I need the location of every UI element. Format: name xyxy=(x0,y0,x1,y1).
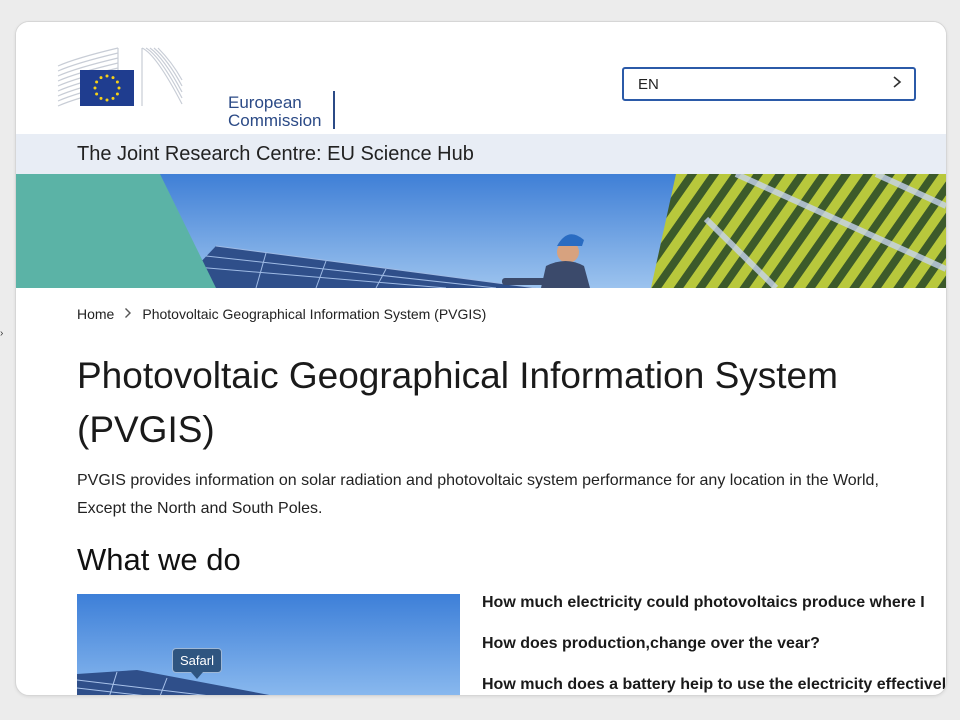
logo-text-line2: Commission xyxy=(228,111,322,130)
site-name[interactable]: The Joint Research Centre: EU Science Hu… xyxy=(77,143,474,166)
question-item[interactable]: How much does a battery heip to use the … xyxy=(482,676,946,694)
question-item[interactable]: How much electricity could photovoltaics… xyxy=(482,594,925,612)
logo-divider xyxy=(333,91,335,129)
browser-tooltip: Safarl xyxy=(172,648,222,679)
question-item[interactable]: How does production,change over the vear… xyxy=(482,635,820,653)
breadcrumb: Home Photovoltaic Geographical Informati… xyxy=(77,306,486,322)
european-commission-logo[interactable]: European Commission xyxy=(56,44,335,130)
intro-text: PVGIS provides information on solar radi… xyxy=(77,472,879,517)
language-selector[interactable]: EN xyxy=(622,67,916,101)
ec-logo-graphic xyxy=(57,47,183,107)
language-value: EN xyxy=(638,75,659,93)
chevron-right-icon xyxy=(124,306,132,322)
section-title: What we do xyxy=(77,542,241,577)
site-name-band: The Joint Research Centre: EU Science Hu… xyxy=(16,134,946,174)
logo-wordmark: European Commission xyxy=(228,94,322,130)
solar-panel-photo xyxy=(77,594,460,695)
breadcrumb-current: Photovoltaic Geographical Information Sy… xyxy=(142,306,487,322)
hero-image xyxy=(16,174,946,288)
browser-window: European Commission EN The Joint Researc… xyxy=(15,21,947,696)
breadcrumb-home[interactable]: Home xyxy=(77,306,114,322)
logo-text-line1: European xyxy=(228,93,302,112)
what-we-do-image: Safarl xyxy=(77,594,460,695)
hero-banner xyxy=(16,174,946,288)
site-header: European Commission EN xyxy=(16,22,946,134)
window-edge-marker: › xyxy=(0,328,4,339)
chevron-right-icon xyxy=(892,75,902,94)
page-title: Photovoltaic Geographical Information Sy… xyxy=(77,355,838,450)
